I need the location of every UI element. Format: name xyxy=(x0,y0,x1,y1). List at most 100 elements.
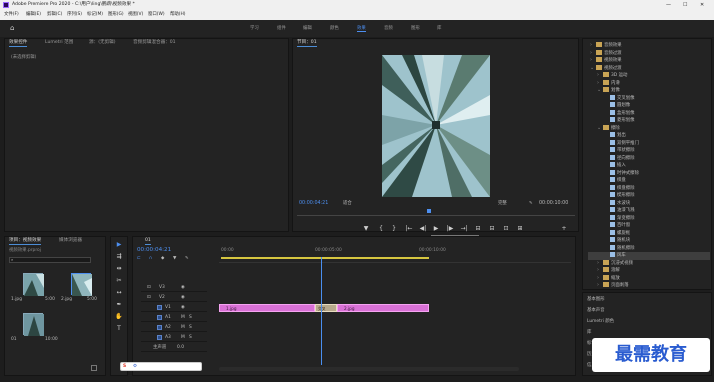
footer-essential-graphics[interactable]: 基本图形 xyxy=(587,297,605,303)
eye-icon[interactable]: ◉ xyxy=(181,295,185,301)
target-a1[interactable] xyxy=(157,315,162,320)
mute-icon[interactable]: M xyxy=(181,325,185,331)
type-tool-icon[interactable]: T xyxy=(114,324,124,334)
play-button[interactable]: ▶ xyxy=(432,225,440,233)
tab-effect-controls[interactable]: 效果控件 xyxy=(9,39,28,47)
eye-icon[interactable]: ◉ xyxy=(181,285,185,291)
ime-tools-icon[interactable]: ⚙ xyxy=(133,364,137,370)
mark-in-button[interactable]: { xyxy=(377,225,385,233)
target-a2[interactable] xyxy=(157,325,162,330)
go-to-in-button[interactable]: |← xyxy=(405,225,413,233)
comparison-view-button[interactable]: ⊞ xyxy=(516,225,524,233)
workspace-effects[interactable]: 效果 xyxy=(357,25,366,32)
clip-2[interactable]: 2.jpg xyxy=(337,304,429,312)
tab-lumetri-scopes[interactable]: Lumetri 范围 xyxy=(45,39,73,47)
menu-marker[interactable]: 标记(M) xyxy=(87,11,103,19)
effects-item[interactable]: 风车 xyxy=(588,252,710,260)
effects-folder[interactable]: › 缩放 xyxy=(588,274,710,283)
menu-window[interactable]: 窗口(W) xyxy=(148,11,165,19)
mark-out-button[interactable]: } xyxy=(390,225,398,233)
add-marker-button[interactable]: ▼ xyxy=(362,225,370,233)
lock-icon[interactable]: ⊡ xyxy=(147,295,151,301)
lift-button[interactable]: ⊟ xyxy=(474,225,482,233)
effects-item[interactable]: 螺旋框 xyxy=(588,229,710,238)
eye-icon[interactable]: ◉ xyxy=(181,305,185,311)
hand-tool-icon[interactable]: ✋ xyxy=(114,312,124,322)
workspace-assembly[interactable]: 组件 xyxy=(277,25,286,31)
project-item-sequence[interactable] xyxy=(23,313,44,336)
work-area-bar[interactable] xyxy=(221,257,429,259)
menu-clip[interactable]: 剪辑(C) xyxy=(47,11,62,19)
export-frame-button[interactable]: ⊡ xyxy=(502,225,510,233)
razor-tool-icon[interactable]: ✂ xyxy=(114,276,124,286)
tab-source[interactable]: 源：(无剪辑) xyxy=(89,39,116,47)
minimize-button[interactable]: — xyxy=(666,1,671,9)
ripple-edit-tool-icon[interactable]: ⇹ xyxy=(114,264,124,274)
target-a3[interactable] xyxy=(157,335,162,340)
effects-folder[interactable]: › 视频效果 xyxy=(588,57,710,65)
footer-essential-sound[interactable]: 基本声音 xyxy=(587,308,605,314)
tab-timeline[interactable]: 01 xyxy=(145,237,151,245)
solo-icon[interactable]: S xyxy=(189,325,192,331)
effects-item[interactable]: 双侧平推门 xyxy=(588,139,710,148)
effects-item[interactable]: 径向擦除 xyxy=(588,154,710,163)
effects-item[interactable]: 水波块 xyxy=(588,199,710,208)
effects-folder[interactable]: ⌄ 视频过渡 xyxy=(588,64,710,73)
close-button[interactable]: ✕ xyxy=(700,1,704,9)
timeline-scrollbar[interactable] xyxy=(219,367,519,371)
footer-libraries[interactable]: 库 xyxy=(587,330,591,336)
menu-help[interactable]: 帮助(H) xyxy=(170,11,186,19)
workspace-audio[interactable]: 音频 xyxy=(384,25,393,31)
effects-item[interactable]: 百叶窗 xyxy=(588,222,710,230)
effects-item[interactable]: 时钟式擦除 xyxy=(588,169,710,178)
new-item-icon[interactable] xyxy=(91,365,97,371)
workspace-color[interactable]: 颜色 xyxy=(330,25,339,31)
tab-media-browser[interactable]: 媒体浏览器 xyxy=(59,237,82,245)
effects-item[interactable]: 油漆飞溅 xyxy=(588,207,710,215)
project-search-input[interactable]: ⌕ xyxy=(9,257,91,263)
menu-file[interactable]: 文件(F) xyxy=(4,11,19,19)
effects-item[interactable]: 楔形擦除 xyxy=(588,192,710,200)
timeline-timecode[interactable]: 00:00:04:21 xyxy=(137,247,171,254)
effects-folder[interactable]: ⌄ 划像 xyxy=(588,87,710,95)
fit-dropdown[interactable]: 适合 xyxy=(343,201,352,207)
add-control-button[interactable]: + xyxy=(560,225,568,233)
effects-folder[interactable]: › 3D 运动 xyxy=(588,72,710,80)
step-back-button[interactable]: ◀| xyxy=(419,225,427,233)
mute-icon[interactable]: M xyxy=(181,335,185,341)
solo-icon[interactable]: S xyxy=(189,335,192,341)
target-v1[interactable] xyxy=(157,305,162,310)
tab-audio-mixer[interactable]: 音频剪辑混合器：01 xyxy=(133,39,176,47)
effects-folder[interactable]: › 页面剥落 xyxy=(588,282,710,290)
menu-edit[interactable]: 编辑(E) xyxy=(26,11,41,19)
workspace-learn[interactable]: 学习 xyxy=(250,25,259,31)
menu-sequence[interactable]: 序列(S) xyxy=(67,11,82,19)
snap-icon[interactable]: ⊏ xyxy=(137,256,141,262)
effects-item[interactable]: 划出 xyxy=(588,132,710,140)
effects-folder[interactable]: › 音频效果 xyxy=(588,42,710,50)
linked-select-icon[interactable]: ∩ xyxy=(149,256,152,262)
effects-item[interactable]: 棋盘 xyxy=(588,177,710,185)
ime-logo-icon[interactable]: S xyxy=(123,364,126,370)
extract-button[interactable]: ⊟ xyxy=(488,225,496,233)
solo-icon[interactable]: S xyxy=(189,315,192,321)
timeline-ruler[interactable]: 00:00 00:00:05:00 00:00:10:00 xyxy=(219,247,571,263)
project-item-1[interactable] xyxy=(23,273,44,296)
maximize-button[interactable]: ☐ xyxy=(683,1,687,9)
effects-folder[interactable]: ⌄ 擦除 xyxy=(588,124,710,133)
effects-item[interactable]: 随机块 xyxy=(588,237,710,245)
clip-1[interactable]: 1.jpg xyxy=(219,304,315,312)
wrench-settings-icon[interactable]: ✎ xyxy=(185,256,189,262)
track-select-tool-icon[interactable]: ⇶ xyxy=(114,252,124,262)
program-scrubber[interactable] xyxy=(297,212,575,216)
effects-folder[interactable]: › 内滑 xyxy=(588,79,710,88)
ime-toolbar[interactable]: S ⚙ xyxy=(120,362,202,371)
effects-item[interactable]: 盒形划像 xyxy=(588,109,710,118)
effects-folder[interactable]: › 溶解 xyxy=(588,267,710,275)
menu-graphics[interactable]: 图形(G) xyxy=(108,11,124,19)
tab-program[interactable]: 节目：01 xyxy=(297,39,317,47)
add-marker-icon[interactable]: ◆ xyxy=(161,256,164,262)
effects-item[interactable]: 渐变擦除 xyxy=(588,214,710,223)
program-timecode[interactable]: 00:00:04:21 xyxy=(299,201,328,207)
effects-item[interactable]: 圆划像 xyxy=(588,102,710,110)
